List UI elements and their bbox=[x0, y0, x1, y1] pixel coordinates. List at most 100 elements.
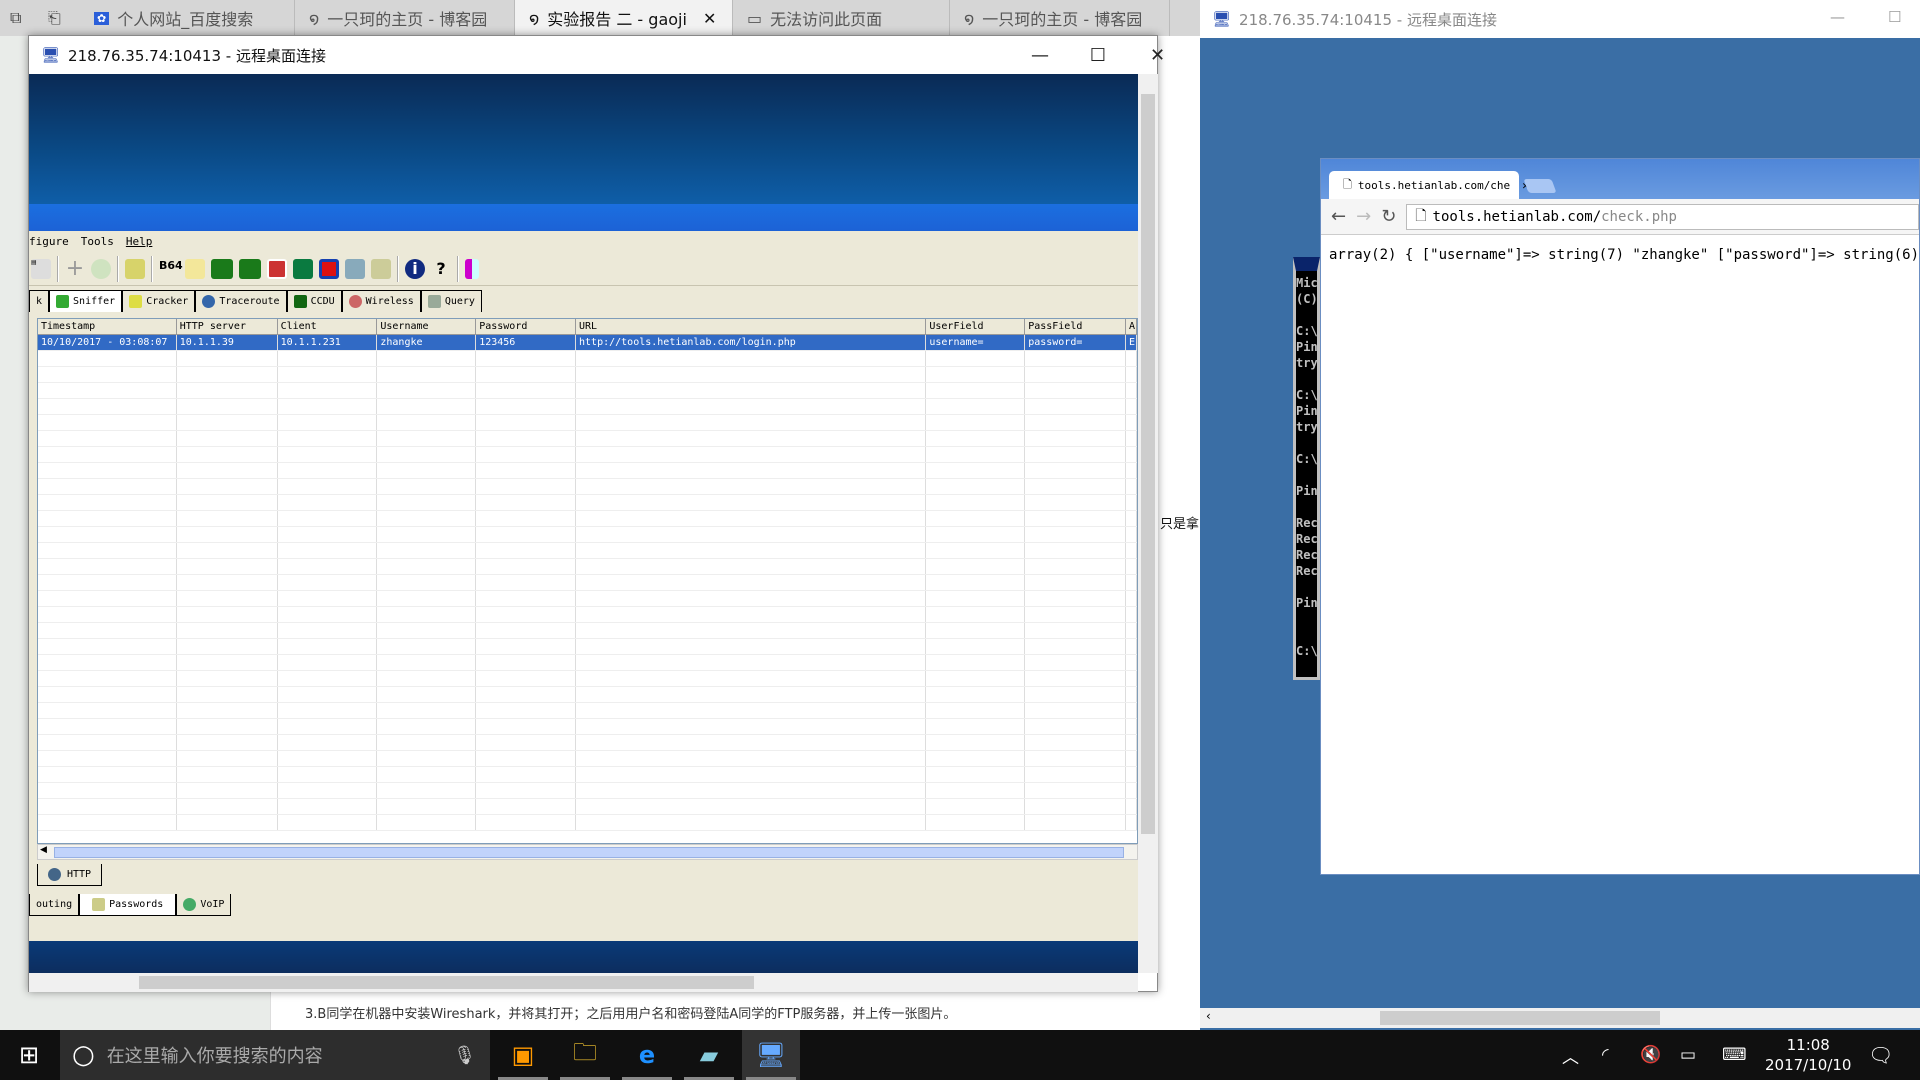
minimize-button[interactable]: — bbox=[1830, 8, 1845, 26]
menu-tools[interactable]: Tools bbox=[81, 235, 114, 248]
column-header[interactable]: UserField bbox=[926, 319, 1026, 334]
cmd-line bbox=[1296, 435, 1317, 451]
tab-traceroute[interactable]: Traceroute bbox=[195, 290, 287, 312]
recycle-icon[interactable] bbox=[91, 258, 111, 279]
show-hidden-icons[interactable]: ︿ bbox=[1562, 1030, 1579, 1080]
title-bar[interactable]: 🖥 218.76.35.74:10413 - 远程桌面连接 bbox=[29, 36, 1157, 74]
keyboard-icon[interactable]: ⌨ bbox=[1722, 1030, 1747, 1080]
reload-icon[interactable]: ↻ bbox=[1381, 206, 1396, 227]
browser-tab-active[interactable]: ໑实验报告 二 - gaoji ✕ bbox=[515, 0, 733, 36]
browser-tab[interactable]: ໑一只珂的主页 - 博客园 bbox=[950, 0, 1170, 36]
tab-cracker[interactable]: Cracker bbox=[122, 290, 196, 312]
clock[interactable]: 11:08 2017/10/10 bbox=[1765, 1030, 1851, 1080]
microphone-icon[interactable]: 🎙 bbox=[453, 1045, 476, 1066]
vmware-icon[interactable]: ▣ bbox=[494, 1030, 552, 1080]
back-tabs-icon[interactable]: ⎗ bbox=[48, 8, 61, 28]
cell-http-server: 10.1.1.39 bbox=[177, 335, 278, 350]
chrome-tab[interactable]: 🗋tools.hetianlab.com/che✕ bbox=[1329, 171, 1529, 199]
tab-wireless[interactable]: Wireless bbox=[341, 290, 421, 312]
wifi-icon[interactable]: ◜ bbox=[1602, 1030, 1609, 1080]
column-header[interactable]: Client bbox=[278, 319, 378, 334]
notepad-icon[interactable]: ▰ bbox=[680, 1030, 738, 1080]
browser-tab-strip: ⧉ ⎗ ✿ 个人网站_百度搜索 ໑一只珂的主页 - 博客园 ໑实验报告 二 - g… bbox=[0, 0, 1200, 36]
empty-row bbox=[38, 591, 1137, 607]
tab-network[interactable]: k bbox=[29, 290, 50, 312]
remote-desktop-icon[interactable]: 🖥 bbox=[742, 1030, 800, 1080]
tab-http[interactable]: HTTP bbox=[37, 864, 103, 886]
cmd-line: Pin bbox=[1296, 340, 1318, 354]
column-header[interactable]: URL bbox=[576, 319, 927, 334]
empty-row bbox=[38, 367, 1137, 383]
horizontal-scrollbar-right[interactable]: ‹ bbox=[1200, 1008, 1920, 1028]
battery-icon[interactable]: ▭ bbox=[1680, 1030, 1696, 1080]
address-bar[interactable]: 🗋 tools.hetianlab.com/check.php bbox=[1406, 203, 1919, 230]
empty-row bbox=[38, 399, 1137, 415]
empty-row bbox=[38, 799, 1137, 815]
horizontal-scrollbar[interactable] bbox=[29, 973, 1138, 992]
gear-config-icon[interactable] bbox=[125, 258, 145, 279]
empty-row bbox=[38, 527, 1137, 543]
edge-icon[interactable]: e bbox=[618, 1030, 676, 1080]
menu-help[interactable]: Help bbox=[126, 235, 153, 248]
column-header[interactable]: Username bbox=[377, 319, 477, 334]
maximize-button[interactable]: ☐ bbox=[1888, 8, 1901, 26]
lsa-icon[interactable] bbox=[211, 258, 233, 279]
cell-url: http://tools.hetianlab.com/login.php bbox=[576, 335, 927, 350]
command-prompt-window[interactable]: Mic (C) C:\ Pin try C:\ Pin try C:\ Pin Rec Re… bbox=[1293, 257, 1320, 680]
network-icon[interactable] bbox=[345, 258, 365, 279]
minimize-button[interactable]: — bbox=[1011, 36, 1069, 74]
browser-tab[interactable]: ▭ 无法访问此页面 bbox=[733, 0, 950, 36]
cell-passfield: password= bbox=[1025, 335, 1126, 350]
forward-icon[interactable]: → bbox=[1356, 206, 1371, 227]
column-header[interactable]: Timestamp bbox=[38, 319, 177, 334]
password-icon[interactable] bbox=[371, 258, 391, 279]
cell-extra: E bbox=[1126, 335, 1137, 350]
table-row[interactable]: 10/10/2017 - 03:08:07 10.1.1.39 10.1.1.2… bbox=[38, 335, 1137, 351]
volume-muted-icon[interactable]: 🔇 bbox=[1640, 1030, 1661, 1080]
exit-icon[interactable] bbox=[465, 258, 479, 279]
vnc-icon[interactable] bbox=[267, 258, 287, 279]
side-note-text: 只是拿 bbox=[1160, 517, 1200, 532]
table-horizontal-scrollbar[interactable]: ◀ bbox=[37, 844, 1138, 860]
network-card-icon[interactable] bbox=[293, 258, 313, 279]
key-icon[interactable] bbox=[185, 258, 205, 279]
tab-manager-icon[interactable]: ⧉ bbox=[10, 8, 21, 28]
notifications-icon[interactable]: 🗨 bbox=[1868, 1030, 1893, 1080]
baidu-paw-icon: ✿ bbox=[94, 11, 110, 25]
info-icon[interactable]: i bbox=[405, 258, 425, 279]
menu-configure[interactable]: figure bbox=[29, 235, 69, 248]
base64-icon[interactable]: B64 bbox=[159, 259, 183, 279]
back-icon[interactable]: ← bbox=[1331, 206, 1346, 227]
terminal-icon[interactable] bbox=[319, 258, 339, 279]
remote-desktop-window-left: 🖥 218.76.35.74:10413 - 远程桌面连接 — ☐ ✕ figur… bbox=[28, 35, 1165, 992]
new-tab-button[interactable] bbox=[1523, 179, 1557, 193]
tab-query[interactable]: Query bbox=[420, 290, 482, 312]
tab-passwords[interactable]: Passwords bbox=[79, 894, 177, 916]
cell-password: 123456 bbox=[476, 335, 577, 350]
browser-tab[interactable]: ໑一只珂的主页 - 博客园 bbox=[295, 0, 515, 36]
browser-tab[interactable]: ✿ 个人网站_百度搜索 bbox=[80, 0, 295, 36]
empty-row bbox=[38, 447, 1137, 463]
column-header[interactable]: A bbox=[1126, 319, 1137, 334]
title-bar-right[interactable]: 🖥 218.76.35.74:10415 - 远程桌面连接 — ☐ bbox=[1200, 0, 1920, 38]
vertical-scrollbar[interactable] bbox=[1138, 74, 1158, 973]
tab-ccdu[interactable]: CCDU bbox=[286, 290, 342, 312]
column-header[interactable]: PassField bbox=[1025, 319, 1126, 334]
bottom-tabs: outing Passwords VoIP bbox=[29, 894, 232, 916]
tab-sniffer[interactable]: Sniffer bbox=[49, 290, 123, 312]
tab-voip[interactable]: VoIP bbox=[176, 894, 232, 916]
cmd-line bbox=[1296, 499, 1317, 515]
spoof-icon[interactable]: ▤ bbox=[31, 258, 51, 279]
help-icon[interactable]: ? bbox=[431, 259, 451, 279]
file-explorer-icon[interactable]: 🗀 bbox=[556, 1030, 614, 1080]
add-icon[interactable]: + bbox=[65, 257, 85, 279]
search-box[interactable]: ○ 在这里输入你要搜索的内容 🎙 bbox=[60, 1030, 490, 1080]
windows-start-icon[interactable]: ⊞ bbox=[0, 1030, 58, 1080]
vpn-icon[interactable] bbox=[239, 258, 261, 279]
close-button[interactable]: ✕ bbox=[1101, 36, 1165, 74]
tab-routing[interactable]: outing bbox=[29, 894, 80, 916]
remote-screen[interactable]: figure Tools Help ▤ + B64 i ? k Sniffer … bbox=[29, 74, 1138, 973]
column-header[interactable]: Password bbox=[476, 319, 577, 334]
column-header[interactable]: HTTP server bbox=[177, 319, 278, 334]
close-tab-icon[interactable]: ✕ bbox=[703, 9, 716, 28]
